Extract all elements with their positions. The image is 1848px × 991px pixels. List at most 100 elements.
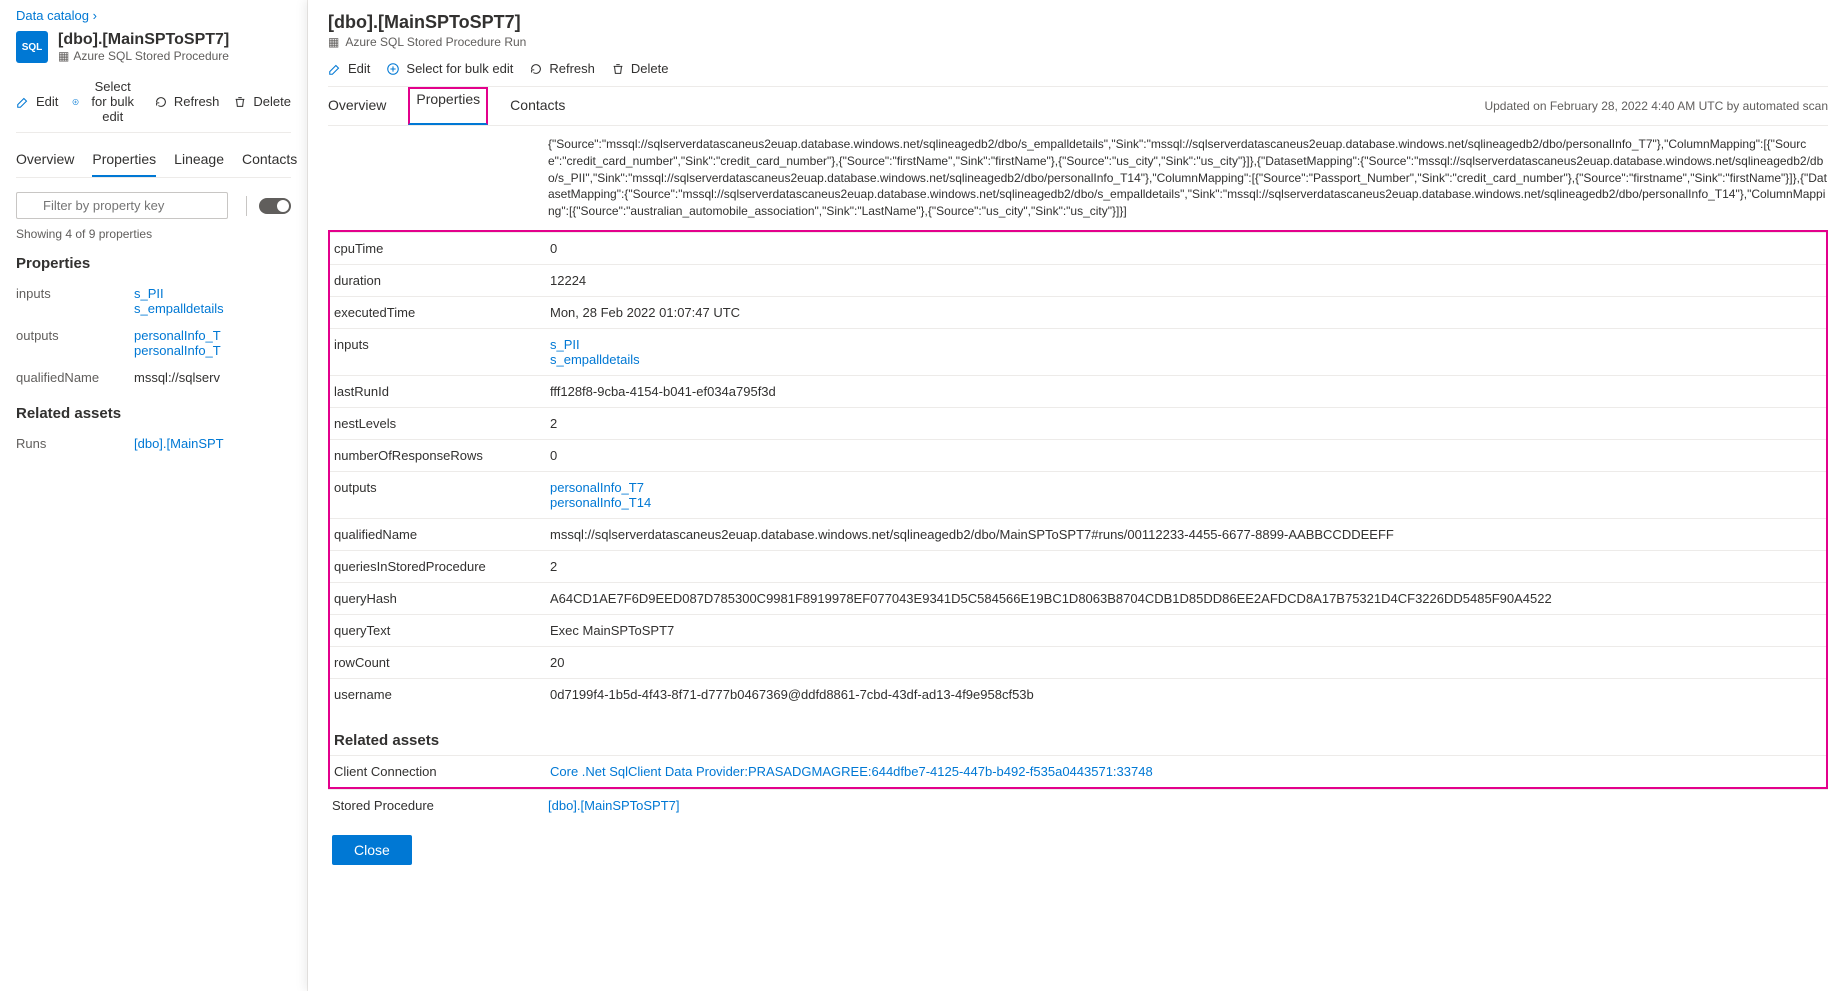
detail-property-value: 2: [550, 416, 1826, 431]
detail-property-link[interactable]: s_PII: [550, 337, 1826, 352]
left-panel: Data catalog › SQL [dbo].[MainSPToSPT7] …: [0, 0, 308, 991]
property-key: qualifiedName: [16, 370, 126, 385]
pencil-icon: [328, 62, 342, 76]
breadcrumb-link[interactable]: Data catalog: [16, 8, 89, 23]
detail-related-key: Client Connection: [330, 764, 550, 779]
detail-edit-button[interactable]: Edit: [328, 61, 370, 76]
property-key: inputs: [16, 286, 126, 316]
detail-property-value: Exec MainSPToSPT7: [550, 623, 1826, 638]
related-section-title: Related assets: [16, 405, 291, 422]
bulk-edit-button[interactable]: Select for bulk edit: [72, 79, 139, 124]
detail-property-value: 0: [550, 241, 1826, 256]
tab-contacts[interactable]: Contacts: [242, 143, 297, 177]
edit-button[interactable]: Edit: [16, 94, 58, 109]
detail-related-link[interactable]: Core .Net SqlClient Data Provider:PRASAD…: [550, 764, 1826, 779]
detail-property-key: qualifiedName: [330, 527, 550, 542]
detail-bulk-label: Select for bulk edit: [406, 61, 513, 76]
detail-tab-properties[interactable]: Properties: [408, 87, 488, 125]
detail-subtitle-text: Azure SQL Stored Procedure Run: [345, 35, 526, 49]
detail-property-row: nestLevels2: [330, 407, 1826, 439]
stored-procedure-run-icon: ▦: [328, 35, 339, 49]
filter-input[interactable]: [16, 192, 228, 219]
detail-property-row: executedTimeMon, 28 Feb 2022 01:07:47 UT…: [330, 296, 1826, 328]
property-count: Showing 4 of 9 properties: [16, 227, 291, 241]
property-link[interactable]: s_PII: [134, 286, 291, 301]
property-link[interactable]: s_empalldetails: [134, 301, 291, 316]
detail-property-row: lastRunIdfff128f8-9cba-4154-b041-ef034a7…: [330, 375, 1826, 407]
delete-label: Delete: [253, 94, 291, 109]
detail-scroll[interactable]: {"Source":"mssql://sqlserverdatascaneus2…: [328, 126, 1828, 991]
properties-section-title: Properties: [16, 255, 291, 272]
detail-related-link[interactable]: [dbo].[MainSPToSPT7]: [548, 798, 1828, 813]
stored-procedure-icon: ▦: [58, 49, 69, 63]
detail-property-key: executedTime: [330, 305, 550, 320]
related-link[interactable]: [dbo].[MainSPT: [134, 436, 291, 451]
detail-related-key: Stored Procedure: [328, 798, 548, 813]
detail-related-row: Stored Procedure[dbo].[MainSPToSPT7]: [328, 789, 1828, 821]
updated-text: Updated on February 28, 2022 4:40 AM UTC…: [1484, 99, 1828, 113]
detail-tab-overview[interactable]: Overview: [328, 87, 386, 125]
detail-property-link[interactable]: personalInfo_T7: [550, 480, 1826, 495]
detail-property-key: queryHash: [330, 591, 550, 606]
detail-property-key: queriesInStoredProcedure: [330, 559, 550, 574]
detail-property-row: duration12224: [330, 264, 1826, 296]
detail-property-link[interactable]: personalInfo_T14: [550, 495, 1826, 510]
detail-property-value: 0: [550, 448, 1826, 463]
bulk-label: Select for bulk edit: [86, 79, 140, 124]
detail-panel: [dbo].[MainSPToSPT7] ▦ Azure SQL Stored …: [308, 0, 1848, 991]
refresh-button[interactable]: Refresh: [154, 94, 220, 109]
detail-property-row: inputss_PIIs_empalldetails: [330, 328, 1826, 375]
detail-property-row: queryHashA64CD1AE7F6D9EED087D785300C9981…: [330, 582, 1826, 614]
asset-title: [dbo].[MainSPToSPT7]: [58, 31, 229, 49]
detail-property-value: Mon, 28 Feb 2022 01:07:47 UTC: [550, 305, 1826, 320]
asset-header: SQL [dbo].[MainSPToSPT7] ▦ Azure SQL Sto…: [16, 31, 291, 63]
delete-button[interactable]: Delete: [233, 94, 291, 109]
property-link[interactable]: personalInfo_T: [134, 328, 291, 343]
tab-overview[interactable]: Overview: [16, 143, 74, 177]
detail-property-value: s_PIIs_empalldetails: [550, 337, 1826, 367]
detail-edit-label: Edit: [348, 61, 370, 76]
asset-subtitle-text: Azure SQL Stored Procedure: [73, 49, 229, 63]
detail-tab-contacts[interactable]: Contacts: [510, 87, 565, 125]
detail-property-value: fff128f8-9cba-4154-b041-ef034a795f3d: [550, 384, 1826, 399]
detail-property-row: cpuTime0: [330, 232, 1826, 264]
detail-property-key: username: [330, 687, 550, 702]
detail-property-key: cpuTime: [330, 241, 550, 256]
close-button[interactable]: Close: [332, 835, 412, 865]
detail-property-value: 0d7199f4-1b5d-4f43-8f71-d777b0467369@ddf…: [550, 687, 1826, 702]
filter-row: [16, 192, 291, 219]
detail-property-row: rowCount20: [330, 646, 1826, 678]
detail-delete-button[interactable]: Delete: [611, 61, 669, 76]
detail-property-key: inputs: [330, 337, 550, 367]
detail-property-key: queryText: [330, 623, 550, 638]
detail-related-title: Related assets: [334, 732, 1826, 749]
refresh-label: Refresh: [174, 94, 220, 109]
detail-property-key: lastRunId: [330, 384, 550, 399]
detail-property-row: numberOfResponseRows0: [330, 439, 1826, 471]
edit-label: Edit: [36, 94, 58, 109]
detail-refresh-button[interactable]: Refresh: [529, 61, 595, 76]
detail-property-key: duration: [330, 273, 550, 288]
property-link[interactable]: personalInfo_T: [134, 343, 291, 358]
breadcrumb[interactable]: Data catalog ›: [16, 8, 291, 23]
detail-bulk-button[interactable]: Select for bulk edit: [386, 61, 513, 76]
detail-title: [dbo].[MainSPToSPT7]: [328, 12, 1828, 33]
chevron-right-icon: ›: [93, 8, 97, 23]
plus-circle-icon: [386, 62, 400, 76]
divider: [246, 196, 247, 216]
detail-property-row: username0d7199f4-1b5d-4f43-8f71-d777b046…: [330, 678, 1826, 710]
detail-property-value: 12224: [550, 273, 1826, 288]
detail-subtitle: ▦ Azure SQL Stored Procedure Run: [328, 35, 1828, 49]
trash-icon: [233, 95, 247, 109]
plus-circle-icon: [72, 95, 79, 109]
left-tabs: Overview Properties Lineage Contacts Re: [16, 137, 291, 178]
detail-property-row: queriesInStoredProcedure2: [330, 550, 1826, 582]
property-value: s_PIIs_empalldetails: [134, 286, 291, 316]
tab-properties[interactable]: Properties: [92, 143, 156, 177]
tab-lineage[interactable]: Lineage: [174, 143, 224, 177]
property-row: inputs s_PIIs_empalldetails: [16, 280, 291, 322]
detail-property-key: rowCount: [330, 655, 550, 670]
toggle-switch[interactable]: [259, 198, 291, 214]
detail-property-link[interactable]: s_empalldetails: [550, 352, 1826, 367]
sql-icon: SQL: [16, 31, 48, 63]
